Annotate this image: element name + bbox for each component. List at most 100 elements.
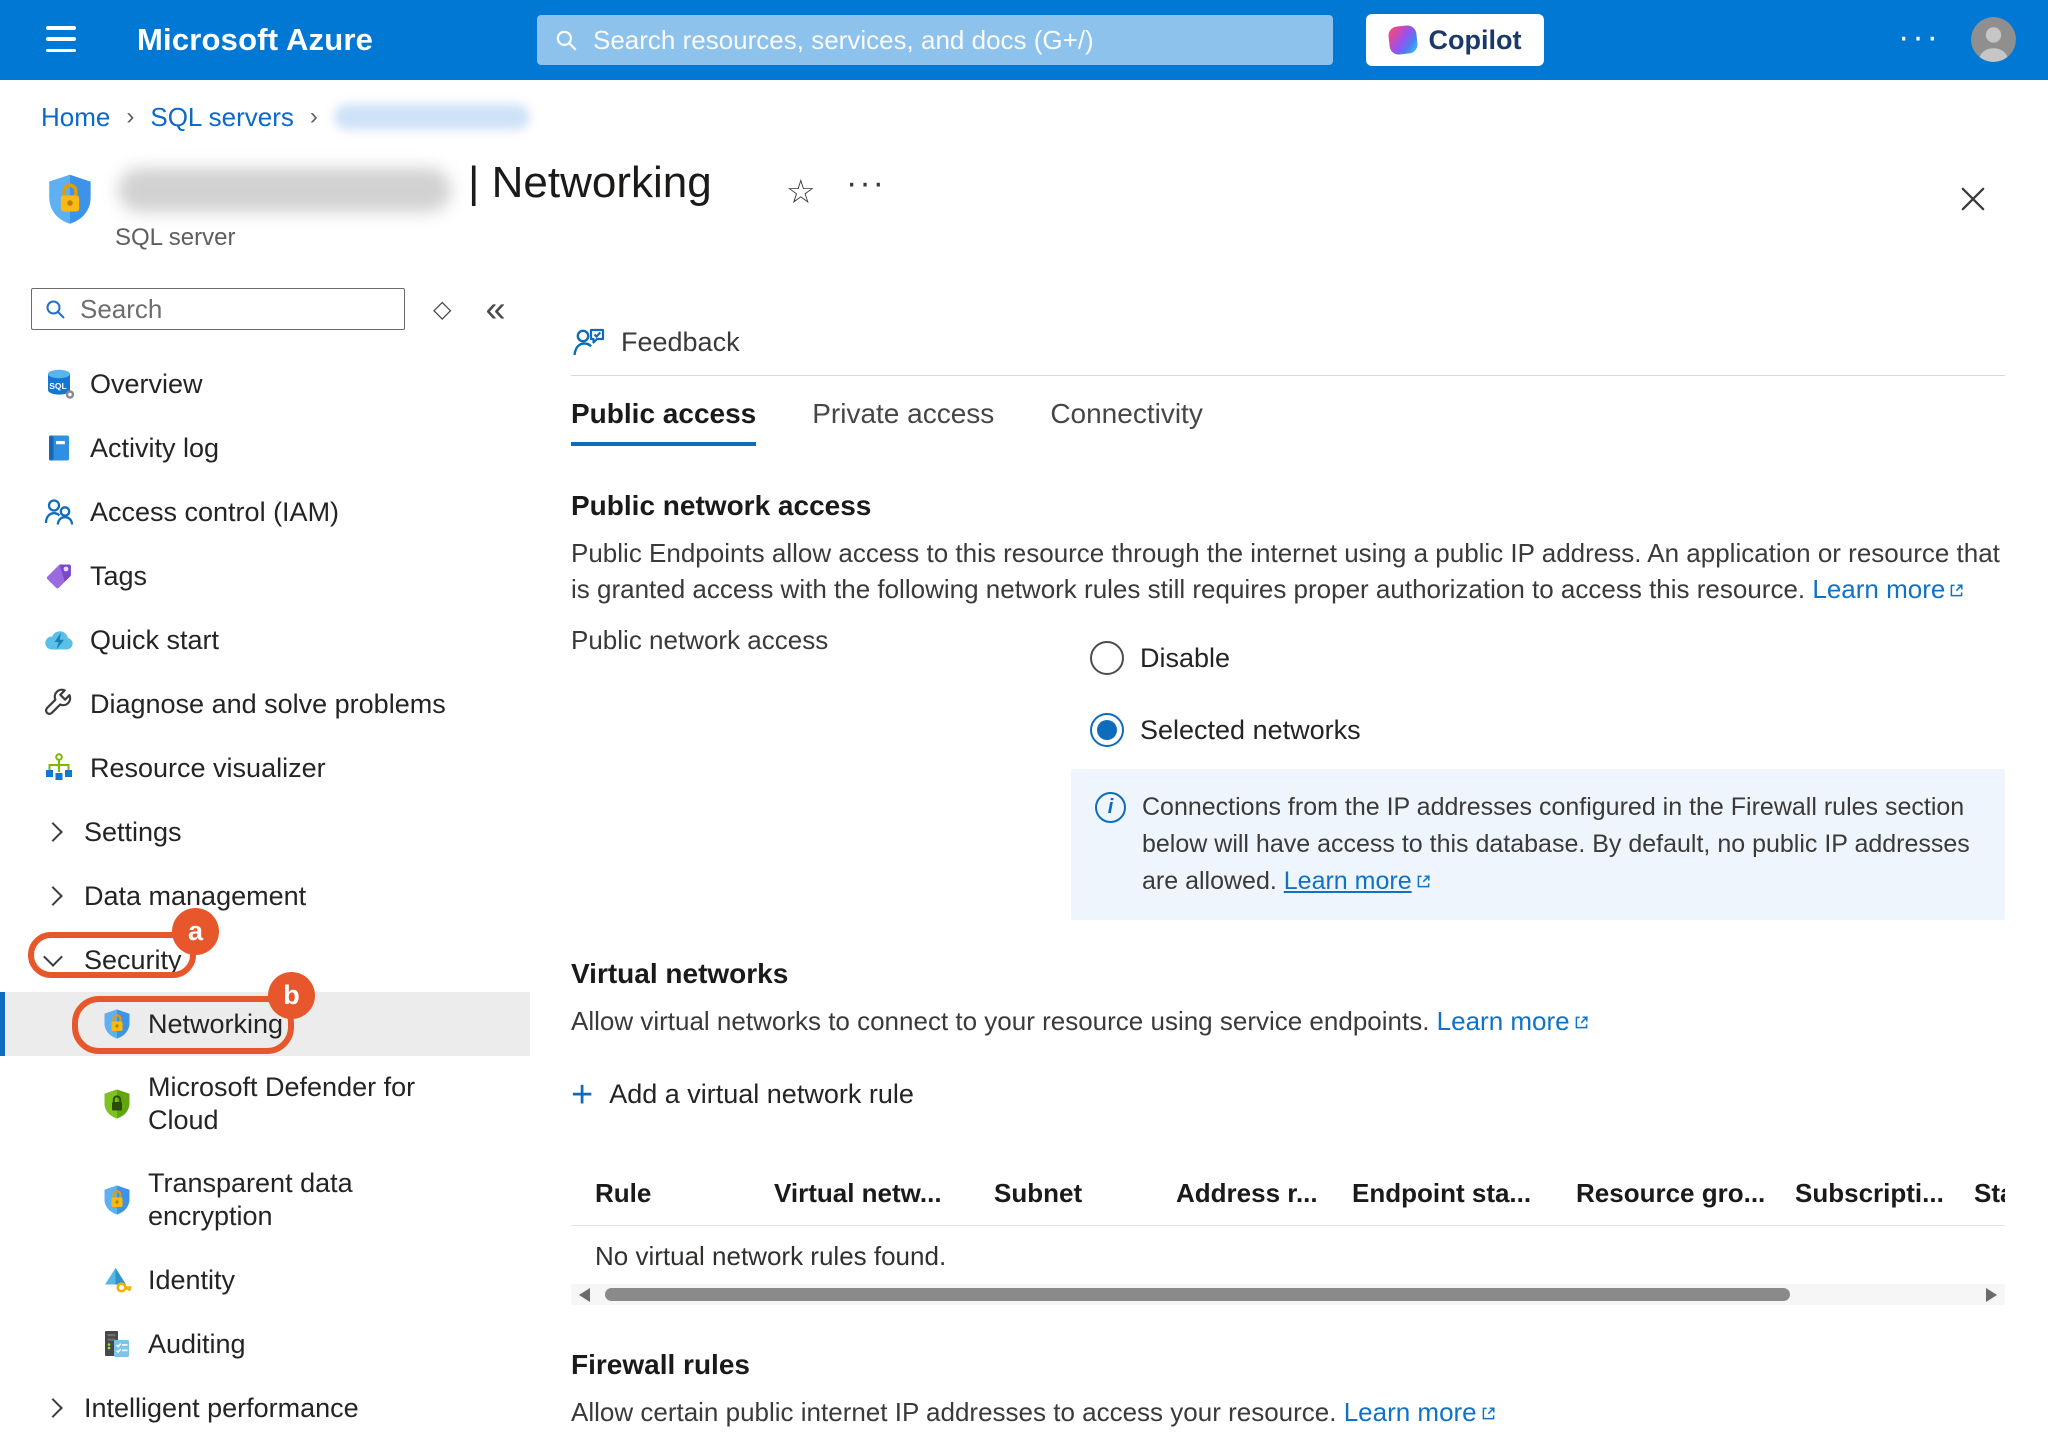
virtual-network-rules-table: Rule Virtual netw... Subnet Address r...… <box>571 1178 2005 1305</box>
close-blade-icon[interactable] <box>1956 182 1990 216</box>
breadcrumb-sql-servers-link[interactable]: SQL servers <box>150 102 294 133</box>
column-header-virtual-network[interactable]: Virtual netw... <box>774 1178 994 1209</box>
encryption-shield-lock-icon <box>100 1183 134 1217</box>
external-link-icon <box>1573 1014 1590 1031</box>
info-icon: i <box>1095 792 1126 823</box>
topbar-more-icon[interactable]: ··· <box>1898 18 1941 57</box>
radio-disable[interactable]: Disable <box>1090 641 2005 675</box>
breadcrumb-separator: › <box>126 103 134 131</box>
radio-selected-networks[interactable]: Selected networks <box>1090 713 2005 747</box>
learn-more-link[interactable]: Learn more <box>1812 574 1965 604</box>
sidebar-item-label: Tags <box>90 561 147 592</box>
plus-icon: + <box>571 1080 593 1110</box>
global-search-input[interactable] <box>593 25 1317 56</box>
tab-connectivity[interactable]: Connectivity <box>1050 398 1203 446</box>
info-message: Connections from the IP addresses config… <box>1142 793 1970 895</box>
sidebar-item-label: Access control (IAM) <box>90 497 339 528</box>
sidebar-item-label: Settings <box>84 817 182 848</box>
global-search-box[interactable] <box>537 15 1333 65</box>
table-header-row: Rule Virtual netw... Subnet Address r...… <box>571 1178 2005 1209</box>
learn-more-link[interactable]: Learn more <box>1344 1397 1497 1427</box>
feedback-button[interactable]: Feedback <box>571 324 740 360</box>
add-rule-label: Add a virtual network rule <box>609 1079 914 1110</box>
azure-top-bar: Microsoft Azure Copilot ··· <box>0 0 2048 80</box>
copilot-label: Copilot <box>1429 25 1522 56</box>
sidebar-item-diagnose[interactable]: Diagnose and solve problems <box>0 672 530 736</box>
column-header-address-range[interactable]: Address r... <box>1176 1178 1352 1209</box>
account-avatar[interactable] <box>1971 17 2016 62</box>
tab-public-access[interactable]: Public access <box>571 398 756 446</box>
scroll-right-arrow-icon[interactable] <box>1986 1288 1997 1302</box>
chevron-right-icon <box>43 1398 63 1418</box>
chevron-right-icon <box>43 886 63 906</box>
column-header-resource-group[interactable]: Resource gro... <box>1576 1178 1795 1209</box>
sidebar-item-access-control[interactable]: Access control (IAM) <box>0 480 530 544</box>
sidebar-nav: SQL Overview Activity log Access control… <box>0 352 530 1440</box>
column-header-subnet[interactable]: Subnet <box>994 1178 1176 1209</box>
breadcrumb-redacted-server-name <box>334 104 530 130</box>
sidebar-search-box[interactable] <box>31 288 405 330</box>
radio-button-unchecked[interactable] <box>1090 641 1124 675</box>
horizontal-scrollbar[interactable] <box>571 1284 2005 1305</box>
sidebar-item-quick-start[interactable]: Quick start <box>0 608 530 672</box>
redacted-resource-name <box>118 168 451 212</box>
collapse-sidebar-icon[interactable]: « <box>485 299 505 319</box>
breadcrumb: Home › SQL servers › <box>41 102 2048 132</box>
networking-blade: Feedback Public access Private access Co… <box>530 280 2048 1430</box>
tab-bar: Public access Private access Connectivit… <box>571 398 2005 446</box>
quick-start-cloud-icon <box>42 623 76 657</box>
sidebar-group-data-management[interactable]: Data management <box>0 864 530 928</box>
wrench-icon <box>42 687 76 721</box>
learn-more-link[interactable]: Learn more <box>1437 1006 1590 1036</box>
column-header-rule[interactable]: Rule <box>595 1178 774 1209</box>
sidebar-item-transparent-data-encryption[interactable]: Transparent data encryption <box>0 1152 530 1248</box>
firewall-info-box: i Connections from the IP addresses conf… <box>1071 769 2005 920</box>
hamburger-menu-icon[interactable] <box>46 26 76 52</box>
favorite-star-icon[interactable]: ☆ <box>786 172 816 211</box>
sidebar-item-overview[interactable]: SQL Overview <box>0 352 530 416</box>
virtual-networks-heading: Virtual networks <box>571 958 2005 990</box>
networking-shield-lock-icon <box>100 1007 134 1041</box>
add-virtual-network-rule-button[interactable]: + Add a virtual network rule <box>571 1079 914 1110</box>
radio-label: Selected networks <box>1140 715 1361 746</box>
copilot-button[interactable]: Copilot <box>1366 14 1544 66</box>
page-title: | Networking <box>468 158 712 208</box>
sidebar-item-identity[interactable]: Identity <box>0 1248 530 1312</box>
sidebar-item-label: Diagnose and solve problems <box>90 689 446 720</box>
menu-view-toggle-icon[interactable]: ◇ <box>433 295 451 324</box>
scroll-left-arrow-icon[interactable] <box>579 1288 590 1302</box>
sidebar-item-label: Microsoft Defender for Cloud <box>148 1071 438 1137</box>
resource-type-label: SQL server <box>115 224 235 252</box>
sidebar-item-activity-log[interactable]: Activity log <box>0 416 530 480</box>
column-header-endpoint-status[interactable]: Endpoint sta... <box>1352 1178 1576 1209</box>
radio-button-checked[interactable] <box>1090 713 1124 747</box>
sidebar-item-label: Auditing <box>148 1329 246 1360</box>
breadcrumb-separator: › <box>310 103 318 131</box>
sidebar-group-intelligent-performance[interactable]: Intelligent performance <box>0 1376 530 1440</box>
sidebar-item-networking[interactable]: Networking <box>0 992 530 1056</box>
breadcrumb-home-link[interactable]: Home <box>41 102 110 133</box>
sidebar-item-tags[interactable]: Tags <box>0 544 530 608</box>
sidebar-item-defender[interactable]: Microsoft Defender for Cloud <box>0 1056 530 1152</box>
sidebar-search-input[interactable] <box>31 288 405 330</box>
column-header-state[interactable]: Sta <box>1974 1178 2005 1209</box>
sidebar-item-resource-visualizer[interactable]: Resource visualizer <box>0 736 530 800</box>
external-link-icon <box>1948 582 1965 599</box>
search-icon <box>553 27 579 53</box>
public-network-access-field: Public network access Disable Selected n… <box>571 623 2005 920</box>
tab-private-access[interactable]: Private access <box>812 398 994 446</box>
product-title: Microsoft Azure <box>137 22 373 58</box>
column-header-subscription[interactable]: Subscripti... <box>1795 1178 1974 1209</box>
sidebar-item-auditing[interactable]: Auditing <box>0 1312 530 1376</box>
title-more-icon[interactable]: ··· <box>846 164 886 203</box>
scrollbar-thumb[interactable] <box>605 1288 1790 1301</box>
description-text: Public Endpoints allow access to this re… <box>571 538 2000 604</box>
info-learn-more-link[interactable]: Learn more <box>1284 867 1432 895</box>
sql-database-icon: SQL <box>42 367 76 401</box>
field-label: Public network access <box>571 623 1071 920</box>
identity-pyramid-key-icon <box>100 1263 134 1297</box>
sidebar-group-security[interactable]: Security <box>0 928 530 992</box>
sidebar-item-label: Overview <box>90 369 203 400</box>
description-text: Allow virtual networks to connect to you… <box>571 1006 1429 1036</box>
sidebar-group-settings[interactable]: Settings <box>0 800 530 864</box>
